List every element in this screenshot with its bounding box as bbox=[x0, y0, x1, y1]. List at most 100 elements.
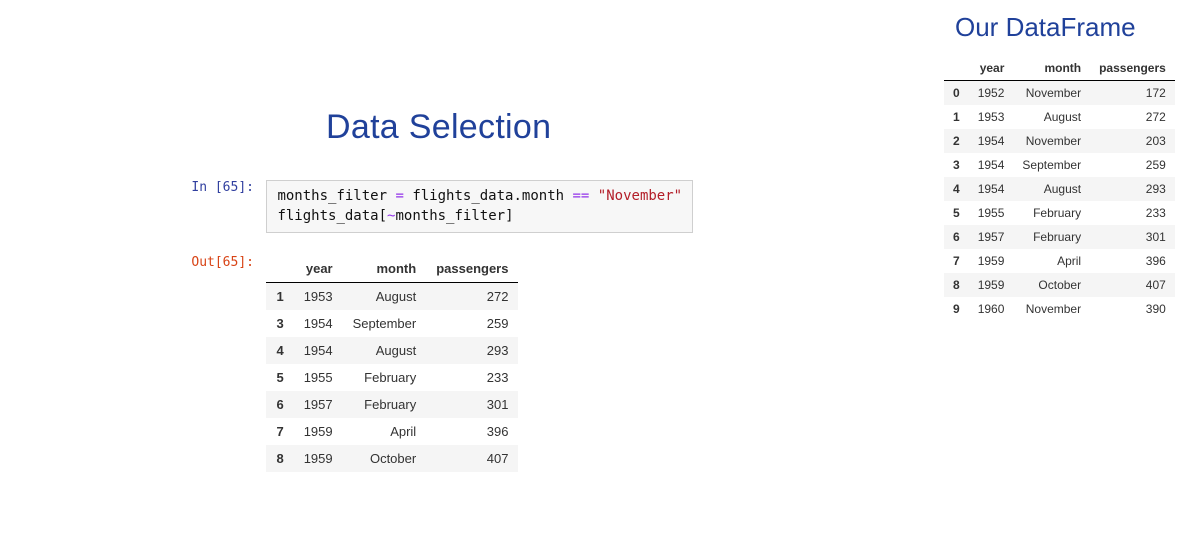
table-cell: 233 bbox=[1090, 201, 1175, 225]
table-cell: November bbox=[1013, 297, 1090, 321]
table-cell: 272 bbox=[1090, 105, 1175, 129]
table-cell: 233 bbox=[426, 364, 518, 391]
table-cell: 1953 bbox=[969, 105, 1014, 129]
table-cell: September bbox=[343, 310, 427, 337]
row-index: 0 bbox=[944, 81, 969, 106]
table-row: 21954November203 bbox=[944, 129, 1175, 153]
table-row: 31954September259 bbox=[944, 153, 1175, 177]
table-cell: 172 bbox=[1090, 81, 1175, 106]
code-token: months_filter bbox=[277, 188, 387, 204]
code-token: ] bbox=[505, 208, 513, 224]
table-cell: August bbox=[343, 337, 427, 364]
output-dataframe-table: yearmonthpassengers 11953August27231954S… bbox=[266, 255, 518, 472]
code-token: "November" bbox=[598, 188, 682, 204]
table-cell: August bbox=[1013, 105, 1090, 129]
table-cell: 259 bbox=[1090, 153, 1175, 177]
table-cell: October bbox=[1013, 273, 1090, 297]
table-cell: 1954 bbox=[969, 129, 1014, 153]
table-cell: February bbox=[1013, 225, 1090, 249]
table-column-header: passengers bbox=[1090, 56, 1175, 81]
table-cell: February bbox=[343, 364, 427, 391]
output-prompt: Out[65]: bbox=[166, 255, 262, 270]
row-index: 1 bbox=[266, 283, 293, 311]
table-row: 51955February233 bbox=[944, 201, 1175, 225]
row-index: 2 bbox=[944, 129, 969, 153]
table-cell: 203 bbox=[1090, 129, 1175, 153]
row-index: 8 bbox=[266, 445, 293, 472]
table-cell: 1959 bbox=[294, 418, 343, 445]
row-index: 8 bbox=[944, 273, 969, 297]
table-row: 61957February301 bbox=[266, 391, 518, 418]
code-token: = bbox=[387, 188, 412, 204]
row-index: 9 bbox=[944, 297, 969, 321]
table-row: 61957February301 bbox=[944, 225, 1175, 249]
row-index: 5 bbox=[944, 201, 969, 225]
code-token: flights_data bbox=[412, 188, 513, 204]
table-column-header bbox=[944, 56, 969, 81]
table-column-header: year bbox=[294, 255, 343, 283]
table-row: 81959October407 bbox=[266, 445, 518, 472]
row-index: 4 bbox=[944, 177, 969, 201]
table-column-header: month bbox=[1013, 56, 1090, 81]
table-row: 81959October407 bbox=[944, 273, 1175, 297]
table-cell: 1954 bbox=[294, 337, 343, 364]
table-cell: August bbox=[1013, 177, 1090, 201]
table-cell: 396 bbox=[1090, 249, 1175, 273]
table-cell: 1955 bbox=[969, 201, 1014, 225]
table-cell: 1957 bbox=[294, 391, 343, 418]
row-index: 7 bbox=[944, 249, 969, 273]
table-cell: 396 bbox=[426, 418, 518, 445]
row-index: 1 bbox=[944, 105, 969, 129]
table-cell: October bbox=[343, 445, 427, 472]
table-cell: February bbox=[343, 391, 427, 418]
slide-title: Data Selection bbox=[326, 108, 551, 147]
table-row: 01952November172 bbox=[944, 81, 1175, 106]
code-token: == bbox=[564, 188, 598, 204]
table-cell: November bbox=[1013, 129, 1090, 153]
row-index: 7 bbox=[266, 418, 293, 445]
table-column-header: month bbox=[343, 255, 427, 283]
code-cell: months_filter = flights_data.month == "N… bbox=[266, 180, 693, 233]
table-cell: September bbox=[1013, 153, 1090, 177]
row-index: 6 bbox=[266, 391, 293, 418]
row-index: 3 bbox=[944, 153, 969, 177]
table-cell: 1959 bbox=[294, 445, 343, 472]
table-row: 51955February233 bbox=[266, 364, 518, 391]
table-row: 31954September259 bbox=[266, 310, 518, 337]
table-cell: February bbox=[1013, 201, 1090, 225]
table-cell: April bbox=[343, 418, 427, 445]
table-cell: 1957 bbox=[969, 225, 1014, 249]
table-cell: 293 bbox=[1090, 177, 1175, 201]
input-prompt: In [65]: bbox=[166, 180, 262, 195]
table-cell: 1959 bbox=[969, 249, 1014, 273]
table-row: 71959April396 bbox=[944, 249, 1175, 273]
table-cell: 1955 bbox=[294, 364, 343, 391]
table-cell: 1959 bbox=[969, 273, 1014, 297]
table-cell: 301 bbox=[426, 391, 518, 418]
table-column-header: year bbox=[969, 56, 1014, 81]
row-index: 4 bbox=[266, 337, 293, 364]
code-token: months_filter bbox=[395, 208, 505, 224]
table-cell: 272 bbox=[426, 283, 518, 311]
table-cell: November bbox=[1013, 81, 1090, 106]
table-cell: 1952 bbox=[969, 81, 1014, 106]
table-cell: 407 bbox=[1090, 273, 1175, 297]
source-dataframe-table: yearmonthpassengers 01952November1721195… bbox=[944, 56, 1175, 321]
table-row: 41954August293 bbox=[944, 177, 1175, 201]
table-cell: 293 bbox=[426, 337, 518, 364]
row-index: 3 bbox=[266, 310, 293, 337]
code-token: . bbox=[513, 188, 521, 204]
table-row: 11953August272 bbox=[266, 283, 518, 311]
code-token: flights_data bbox=[277, 208, 378, 224]
table-row: 41954August293 bbox=[266, 337, 518, 364]
table-cell: 301 bbox=[1090, 225, 1175, 249]
table-column-header: passengers bbox=[426, 255, 518, 283]
table-cell: 1954 bbox=[969, 177, 1014, 201]
row-index: 6 bbox=[944, 225, 969, 249]
row-index: 5 bbox=[266, 364, 293, 391]
table-cell: August bbox=[343, 283, 427, 311]
table-cell: 1953 bbox=[294, 283, 343, 311]
notebook-cell: In [65]: months_filter = flights_data.mo… bbox=[166, 180, 693, 472]
table-cell: 1954 bbox=[294, 310, 343, 337]
code-token: [ bbox=[379, 208, 387, 224]
